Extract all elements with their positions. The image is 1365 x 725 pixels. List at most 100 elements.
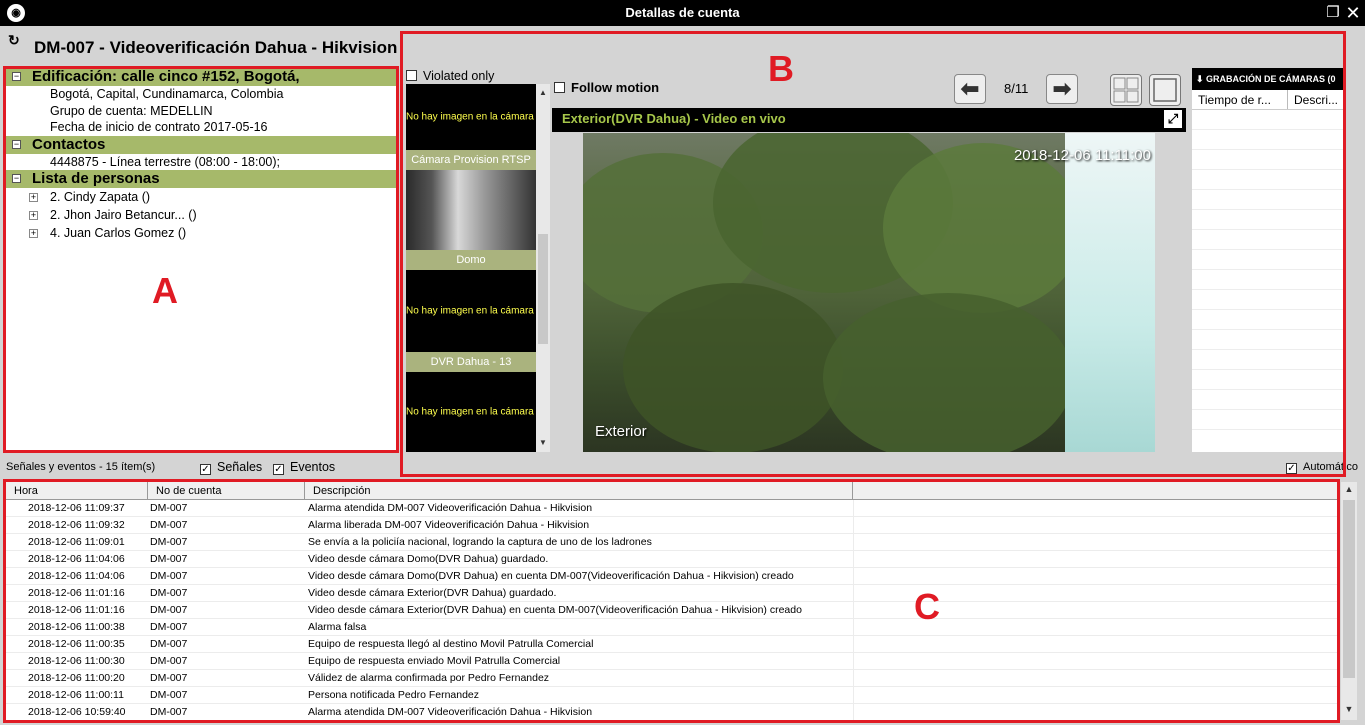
no-image-text: No hay imagen en la cámara <box>406 111 534 123</box>
checkbox-box[interactable] <box>554 82 565 93</box>
expand-icon[interactable]: + <box>29 193 38 202</box>
recording-row <box>1192 350 1344 370</box>
tree-group-persons[interactable]: − Lista de personas <box>6 170 398 188</box>
table-row[interactable]: 2018-12-06 11:04:06 DM-007 Video desde cám… <box>6 551 1337 568</box>
automatic-checkbox[interactable]: ✓ Automático <box>1286 456 1358 478</box>
tree-person-label: 4. Juan Carlos Gomez () <box>50 226 187 240</box>
table-row[interactable]: 2018-12-06 11:04:06 DM-007 Video desde cám… <box>6 568 1337 585</box>
refresh-icon[interactable]: ↻ <box>8 32 20 49</box>
tree-group-building[interactable]: − Edificación: calle cinco #152, Bogotá, <box>6 68 398 86</box>
cell-descripcion: Video desde cámara Exterior(DVR Dahua) g… <box>308 587 557 599</box>
camera-thumbnail[interactable]: No hay imagen en la cámara <box>406 270 536 352</box>
recording-column-header[interactable]: Descri... <box>1288 90 1344 109</box>
live-video-frame[interactable]: 2018-12-06 11:11:00 Exterior <box>583 133 1155 452</box>
tree-person-label: 2. Jhon Jairo Betancur... () <box>50 208 197 222</box>
column-header-hora[interactable]: Hora <box>6 482 148 499</box>
no-image-text: No hay imagen en la cámara <box>406 305 534 317</box>
violated-only-checkbox[interactable]: Violated only <box>406 69 494 83</box>
table-row[interactable]: 2018-12-06 11:00:38 DM-007 Alarma falsa <box>6 619 1337 636</box>
cell-empty <box>853 568 1337 584</box>
cell-cuenta: DM-007 <box>150 621 188 633</box>
recording-row <box>1192 270 1344 290</box>
table-row[interactable]: 2018-12-06 11:01:16 DM-007 Video desde cám… <box>6 585 1337 602</box>
camera-thumbnail-label[interactable]: DVR Dahua - 13 <box>406 352 536 372</box>
cell-hora: 2018-12-06 11:00:30 <box>28 655 125 667</box>
scroll-down-icon[interactable]: ▼ <box>1341 704 1357 718</box>
signals-checkbox[interactable]: ✓ Señales <box>200 456 262 478</box>
events-label: Eventos <box>290 460 336 474</box>
cell-hora: 2018-12-06 11:01:16 <box>28 587 125 599</box>
recording-row <box>1192 410 1344 430</box>
table-row[interactable]: 2018-12-06 11:00:11 DM-007 Persona notific… <box>6 687 1337 704</box>
column-header-descripcion[interactable]: Descripción <box>305 482 853 499</box>
cell-empty <box>853 704 1337 720</box>
scroll-down-icon[interactable]: ▼ <box>536 436 550 450</box>
tree-person-item[interactable]: + 4. Juan Carlos Gomez () <box>6 224 398 242</box>
title-bar: ◉ Detallas de cuenta ❐ ✕ <box>0 0 1365 26</box>
camera-thumbnail-list: No hay imagen en la cámara Cámara Provis… <box>406 84 536 452</box>
cell-hora: 2018-12-06 11:09:37 <box>28 502 125 514</box>
grid-layout-button[interactable] <box>1110 74 1142 106</box>
table-row[interactable]: 2018-12-06 11:00:35 DM-007 Equipo de respu… <box>6 636 1337 653</box>
thumbnail-scrollbar[interactable]: ▲ ▼ <box>536 84 550 452</box>
table-row[interactable]: 2018-12-06 11:01:16 DM-007 Video desde cám… <box>6 602 1337 619</box>
cell-descripcion: Equipo de respuesta llegó al destino Mov… <box>308 638 594 650</box>
tree-person-item[interactable]: + 2. Jhon Jairo Betancur... () <box>6 206 398 224</box>
tree-person-item[interactable]: + 2. Cindy Zapata () <box>6 188 398 206</box>
recording-column-header[interactable]: Tiempo de r... <box>1192 90 1288 109</box>
cell-descripcion: Alarma atendida DM-007 Videoverificación… <box>308 706 593 718</box>
next-page-button[interactable]: ➡ <box>1046 74 1078 104</box>
recording-row <box>1192 370 1344 390</box>
column-header-cuenta[interactable]: No de cuenta <box>148 482 305 499</box>
scroll-up-icon[interactable]: ▲ <box>536 86 550 100</box>
cell-descripcion: Video desde cámara Exterior(DVR Dahua) e… <box>308 604 802 616</box>
camera-thumbnail-label[interactable]: Domo <box>406 250 536 270</box>
camera-thumbnail-image[interactable] <box>406 170 536 250</box>
cell-empty <box>853 551 1337 567</box>
grid-layout-icon <box>1113 77 1139 103</box>
scrollbar-thumb[interactable] <box>538 234 548 344</box>
events-toolbar: Señales y eventos - 15 ítem(s) ✓ Señales … <box>0 456 1365 478</box>
table-row[interactable]: 2018-12-06 11:00:30 DM-007 Equipo de respu… <box>6 653 1337 670</box>
arrow-right-icon: ➡ <box>1052 76 1072 101</box>
checkbox-checked[interactable]: ✓ <box>273 464 284 475</box>
events-scrollbar[interactable]: ▲ ▼ <box>1341 482 1357 720</box>
camera-thumbnail[interactable]: No hay imagen en la cámara <box>406 84 536 150</box>
cell-descripcion: Persona notificada Pedro Fernandez <box>308 689 480 701</box>
scrollbar-thumb[interactable] <box>1343 500 1355 678</box>
table-row[interactable]: 2018-12-06 11:09:37 DM-007 Alarma atendida… <box>6 500 1337 517</box>
checkbox-box[interactable] <box>406 70 417 81</box>
events-checkbox[interactable]: ✓ Eventos <box>273 456 335 478</box>
events-table-header: Hora No de cuenta Descripción <box>6 482 1337 500</box>
checkbox-checked[interactable]: ✓ <box>200 464 211 475</box>
cell-hora: 2018-12-06 11:00:20 <box>28 672 125 684</box>
cell-cuenta: DM-007 <box>150 638 188 650</box>
table-row[interactable]: 2018-12-06 11:09:32 DM-007 Alarma liberada… <box>6 517 1337 534</box>
table-row[interactable]: 2018-12-06 10:59:40 DM-007 Alarma atendida… <box>6 704 1337 720</box>
recording-row <box>1192 230 1344 250</box>
cell-descripcion: Alarma atendida DM-007 Videoverificación… <box>308 502 593 514</box>
camera-thumbnail[interactable]: No hay imagen en la cámara <box>406 372 536 452</box>
checkbox-checked[interactable]: ✓ <box>1286 463 1297 474</box>
follow-motion-checkbox[interactable]: Follow motion <box>554 80 659 95</box>
table-row[interactable]: 2018-12-06 11:09:01 DM-007 Se envía a la p… <box>6 534 1337 551</box>
expand-icon[interactable]: + <box>29 229 38 238</box>
signals-label: Señales <box>217 460 263 474</box>
previous-page-button[interactable]: ⬅ <box>954 74 986 104</box>
single-layout-button[interactable] <box>1149 74 1181 106</box>
table-row[interactable]: 2018-12-06 11:00:20 DM-007 Válidez de alar… <box>6 670 1337 687</box>
fullscreen-icon[interactable]: ⤢ <box>1164 110 1182 128</box>
collapse-icon[interactable]: − <box>12 139 21 149</box>
tree-item: Fecha de inicio de contrato 2017-05-16 <box>50 120 268 134</box>
cell-descripcion: Alarma falsa <box>308 621 367 633</box>
restore-icon[interactable]: ❐ <box>1323 3 1343 23</box>
collapse-icon[interactable]: − <box>12 72 21 81</box>
scroll-up-icon[interactable]: ▲ <box>1341 484 1357 498</box>
close-icon[interactable]: ✕ <box>1343 3 1363 23</box>
tree-group-contacts[interactable]: − Contactos <box>6 135 398 154</box>
cell-cuenta: DM-007 <box>150 655 188 667</box>
camera-thumbnail-label[interactable]: Cámara Provision RTSP <box>406 150 536 170</box>
collapse-icon[interactable]: − <box>12 174 21 183</box>
expand-icon[interactable]: + <box>29 211 38 220</box>
cell-empty <box>853 500 1337 516</box>
